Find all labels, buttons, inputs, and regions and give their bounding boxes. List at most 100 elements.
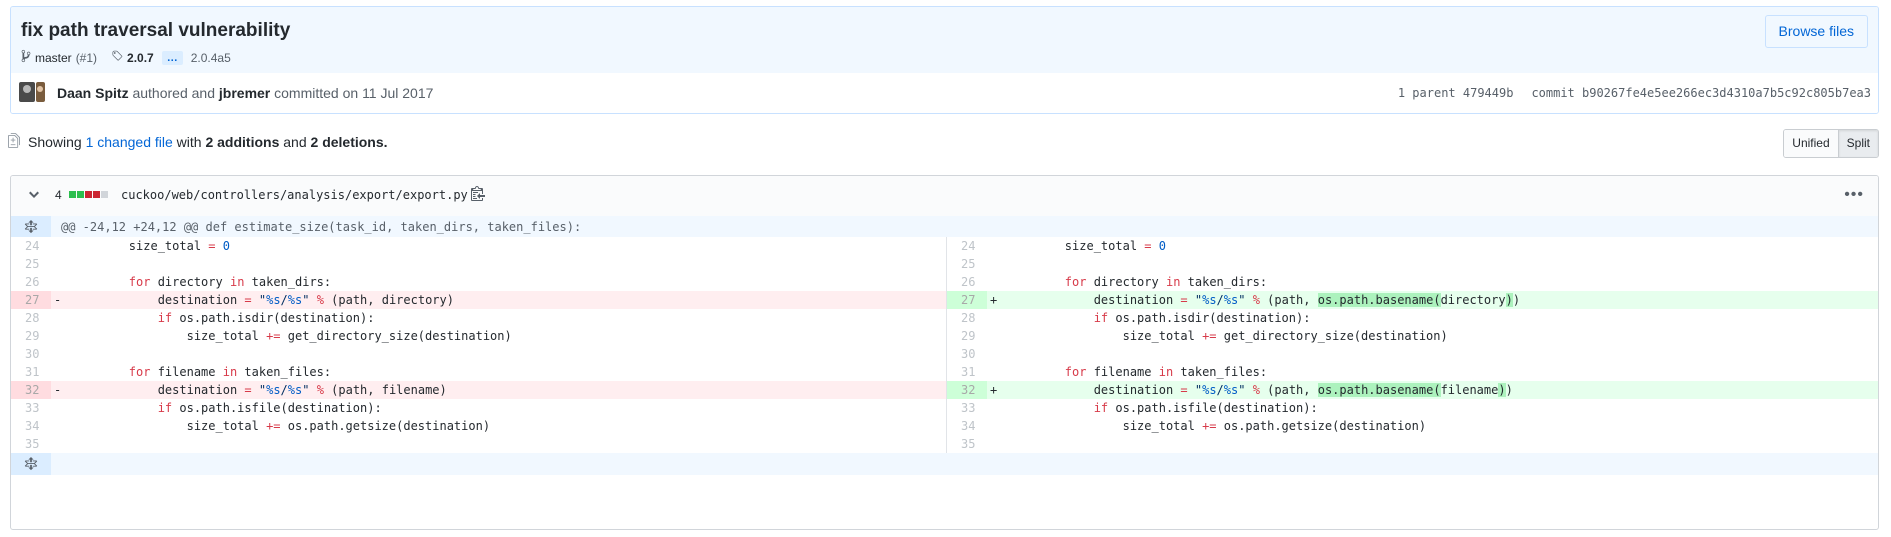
left-diff-cell: 34 size_total += os.path.getsize(destina… (11, 417, 946, 435)
line-number[interactable]: 26 (947, 273, 987, 291)
file-diff: 4 cuckoo/web/controllers/analysis/export… (10, 175, 1879, 530)
line-number[interactable]: 29 (11, 327, 51, 345)
code-cell: size_total = 0 (987, 237, 1878, 255)
code-cell: if os.path.isdir(destination): (987, 309, 1878, 327)
left-diff-cell: 27 - destination = "%s/%s" % (path, direc… (11, 291, 946, 309)
line-number[interactable]: 27 (11, 291, 51, 309)
diffstat-block (93, 191, 100, 198)
line-number[interactable]: 35 (947, 435, 987, 453)
line-number[interactable]: 25 (11, 255, 51, 273)
line-number[interactable]: 31 (11, 363, 51, 381)
line-number[interactable]: 32 (11, 381, 51, 399)
code-text: if os.path.isdir(destination): (1093, 311, 1311, 325)
line-number-text: 35 (25, 437, 40, 451)
line-number[interactable]: 33 (947, 399, 987, 417)
line-number[interactable]: 34 (947, 417, 987, 435)
unfold-icon[interactable] (11, 453, 51, 475)
parent-link[interactable]: 1 parent 479449b (1398, 86, 1514, 100)
line-number-text: 30 (961, 347, 976, 361)
tag-link[interactable]: 2.0.7 (127, 51, 154, 65)
with-label: with (176, 134, 202, 150)
line-number[interactable]: 24 (947, 237, 987, 255)
left-diff-cell: 28 if os.path.isdir(destination): (11, 309, 946, 327)
branch-link[interactable]: master (35, 51, 72, 65)
authored-text: authored and (132, 85, 215, 101)
line-number[interactable]: 30 (11, 345, 51, 363)
diff-marker: - (54, 383, 62, 397)
kebab-horizontal-icon[interactable]: ••• (1844, 186, 1864, 204)
line-number-text: 26 (961, 275, 976, 289)
code-text: destination = "%s/%s" % (path, os.path.b… (1007, 293, 1521, 307)
more-tags-button[interactable]: … (161, 50, 183, 65)
line-number[interactable]: 31 (947, 363, 987, 381)
code-text: if os.path.isfile(destination): (157, 401, 382, 415)
right-diff-cell: 26 for directory in taken_dirs: (946, 273, 1878, 291)
line-number-text: 29 (25, 329, 40, 343)
line-number[interactable]: 24 (11, 237, 51, 255)
line-number[interactable]: 28 (947, 309, 987, 327)
line-number[interactable]: 26 (11, 273, 51, 291)
code-text: for directory in taken_dirs: (1064, 275, 1268, 289)
right-diff-cell: 33 if os.path.isfile(destination): (946, 399, 1878, 417)
diff-row: 33 if os.path.isfile(destination): 33 if … (11, 399, 1878, 417)
author-avatar[interactable] (19, 82, 35, 102)
code-text: for directory in taken_dirs: (128, 275, 332, 289)
code-cell: - destination = "%s/%s" % (path, directo… (51, 291, 946, 309)
author-link[interactable]: Daan Spitz (57, 85, 129, 101)
diffstat-block (77, 191, 84, 198)
line-number-text: 31 (25, 365, 40, 379)
code-cell: size_total = 0 (51, 237, 946, 255)
split-view-button[interactable]: Split (1837, 130, 1878, 157)
right-diff-cell: 34 size_total += os.path.getsize(destina… (946, 417, 1878, 435)
right-diff-cell: 28 if os.path.isdir(destination): (946, 309, 1878, 327)
tag-link-other[interactable]: 2.0.4a5 (191, 51, 231, 65)
left-diff-cell: 31 for filename in taken_files: (11, 363, 946, 381)
deletions-count: 2 deletions. (310, 134, 388, 150)
diff-row: 28 if os.path.isdir(destination): 28 if o… (11, 309, 1878, 327)
code-text: if os.path.isdir(destination): (157, 311, 375, 325)
line-number-text: 32 (25, 383, 40, 397)
unified-view-button[interactable]: Unified (1784, 130, 1838, 157)
expand-row (11, 453, 1878, 475)
committer-avatar[interactable] (36, 82, 45, 102)
code-cell (51, 345, 946, 363)
committer-link[interactable]: jbremer (219, 85, 270, 101)
left-diff-cell: 30 (11, 345, 946, 363)
avatar-stack[interactable] (19, 82, 45, 102)
clipboard-icon[interactable] (471, 185, 485, 204)
line-number[interactable]: 35 (11, 435, 51, 453)
browse-files-button[interactable]: Browse files (1764, 15, 1868, 48)
diff-row: 32- destination = "%s/%s" % (path, filen… (11, 381, 1878, 399)
diff-marker: + (990, 383, 998, 397)
code-cell: for directory in taken_dirs: (987, 273, 1878, 291)
code-cell: for directory in taken_dirs: (51, 273, 946, 291)
line-number[interactable]: 33 (11, 399, 51, 417)
line-number[interactable]: 29 (947, 327, 987, 345)
line-number[interactable]: 28 (11, 309, 51, 327)
code-cell: if os.path.isfile(destination): (51, 399, 946, 417)
chevron-down-icon[interactable] (28, 187, 40, 206)
diff-row: 31 for filename in taken_files: 31 for fi… (11, 363, 1878, 381)
line-number[interactable]: 25 (947, 255, 987, 273)
file-path-link[interactable]: cuckoo/web/controllers/analysis/export/e… (121, 188, 468, 202)
line-number[interactable]: 27 (947, 291, 987, 309)
code-text: for filename in taken_files: (128, 365, 332, 379)
line-number-text: 26 (25, 275, 40, 289)
line-number-text: 27 (25, 293, 40, 307)
diffstat-count: 4 (55, 188, 62, 202)
code-cell (51, 435, 946, 453)
left-diff-cell: 33 if os.path.isfile(destination): (11, 399, 946, 417)
line-number-text: 25 (25, 257, 40, 271)
line-number[interactable]: 30 (947, 345, 987, 363)
diff-row: 27- destination = "%s/%s" % (path, direc… (11, 291, 1878, 309)
showing-label: Showing (28, 134, 82, 150)
line-number[interactable]: 34 (11, 417, 51, 435)
diff-row: 25 25 (11, 255, 1878, 273)
pull-request-link[interactable]: (#1) (76, 51, 97, 65)
right-diff-cell: 24 size_total = 0 (946, 237, 1878, 255)
changed-files-link[interactable]: 1 changed file (86, 134, 173, 150)
diff-row: 30 30 (11, 345, 1878, 363)
unfold-icon[interactable] (11, 216, 51, 237)
line-number[interactable]: 32 (947, 381, 987, 399)
code-text: for filename in taken_files: (1064, 365, 1268, 379)
